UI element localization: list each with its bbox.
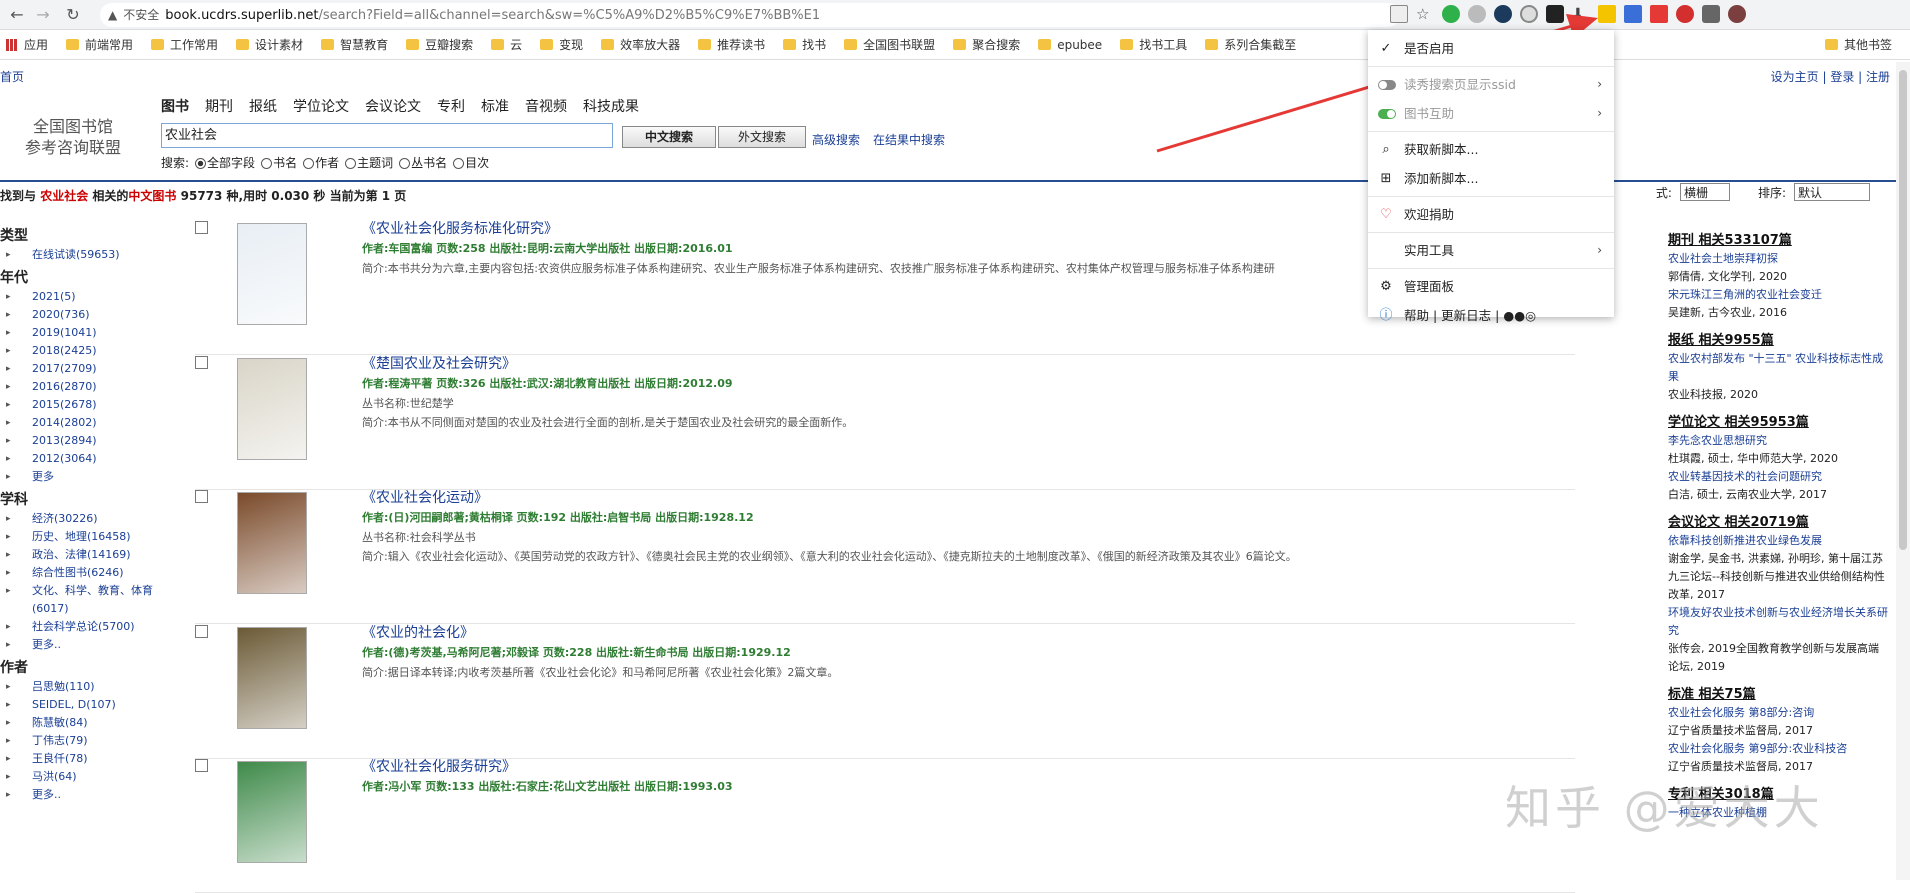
menu-label: 图书互助 — [1404, 106, 1455, 121]
heart-icon: ♡ — [1380, 207, 1392, 222]
userscript-menu: ✓ 是否启用 读秀搜索页显示ssid › 图书互助 › ⌕ 获取新脚本... ⊞ 添加新脚… — [1368, 30, 1614, 323]
chevron-right-icon: › — [1597, 106, 1602, 120]
instagram-icon[interactable]: ◎ — [1525, 308, 1536, 323]
menu-item-donate[interactable]: ♡ 欢迎捐助 — [1368, 200, 1614, 229]
menu-divider — [1368, 232, 1614, 233]
menu-label: 欢迎捐助 — [1404, 207, 1455, 222]
menu-item-help[interactable]: ⓘ 帮助 | 更新日志 | ●●◎ — [1368, 301, 1614, 330]
plus-box-icon: ⊞ — [1380, 171, 1392, 186]
menu-item-enabled[interactable]: ✓ 是否启用 — [1368, 34, 1614, 63]
menu-divider — [1368, 131, 1614, 132]
menu-divider — [1368, 268, 1614, 269]
chevron-right-icon: › — [1597, 77, 1602, 91]
gear-icon: ⚙ — [1380, 279, 1392, 294]
annotation-arrow — [1156, 14, 1598, 153]
facebook-icon[interactable]: ● — [1514, 308, 1525, 323]
menu-label: 实用工具 — [1404, 243, 1455, 258]
menu-label: 读秀搜索页显示ssid — [1404, 77, 1516, 92]
chevron-right-icon: › — [1597, 243, 1602, 257]
menu-divider — [1368, 66, 1614, 67]
menu-label: 是否启用 — [1404, 41, 1455, 56]
menu-divider — [1368, 196, 1614, 197]
menu-item-get-script[interactable]: ⌕ 获取新脚本... — [1368, 135, 1614, 164]
menu-label: 获取新脚本... — [1404, 142, 1479, 157]
menu-item-mutual[interactable]: 图书互助 › — [1368, 99, 1614, 128]
toggle-on-icon[interactable] — [1378, 109, 1396, 119]
toggle-off-icon[interactable] — [1378, 80, 1396, 90]
check-icon: ✓ — [1380, 41, 1392, 56]
info-icon: ⓘ — [1379, 308, 1393, 323]
menu-label: 帮助 | 更新日志 | — [1404, 308, 1500, 323]
menu-item-add-script[interactable]: ⊞ 添加新脚本... — [1368, 164, 1614, 193]
menu-item-dashboard[interactable]: ⚙ 管理面板 — [1368, 272, 1614, 301]
search-icon: ⌕ — [1382, 142, 1390, 157]
menu-item-ssid[interactable]: 读秀搜索页显示ssid › — [1368, 70, 1614, 99]
menu-label: 添加新脚本... — [1404, 171, 1479, 186]
github-icon[interactable]: ● — [1503, 308, 1514, 323]
menu-item-tools[interactable]: 实用工具 › — [1368, 236, 1614, 265]
menu-label: 管理面板 — [1404, 279, 1455, 294]
